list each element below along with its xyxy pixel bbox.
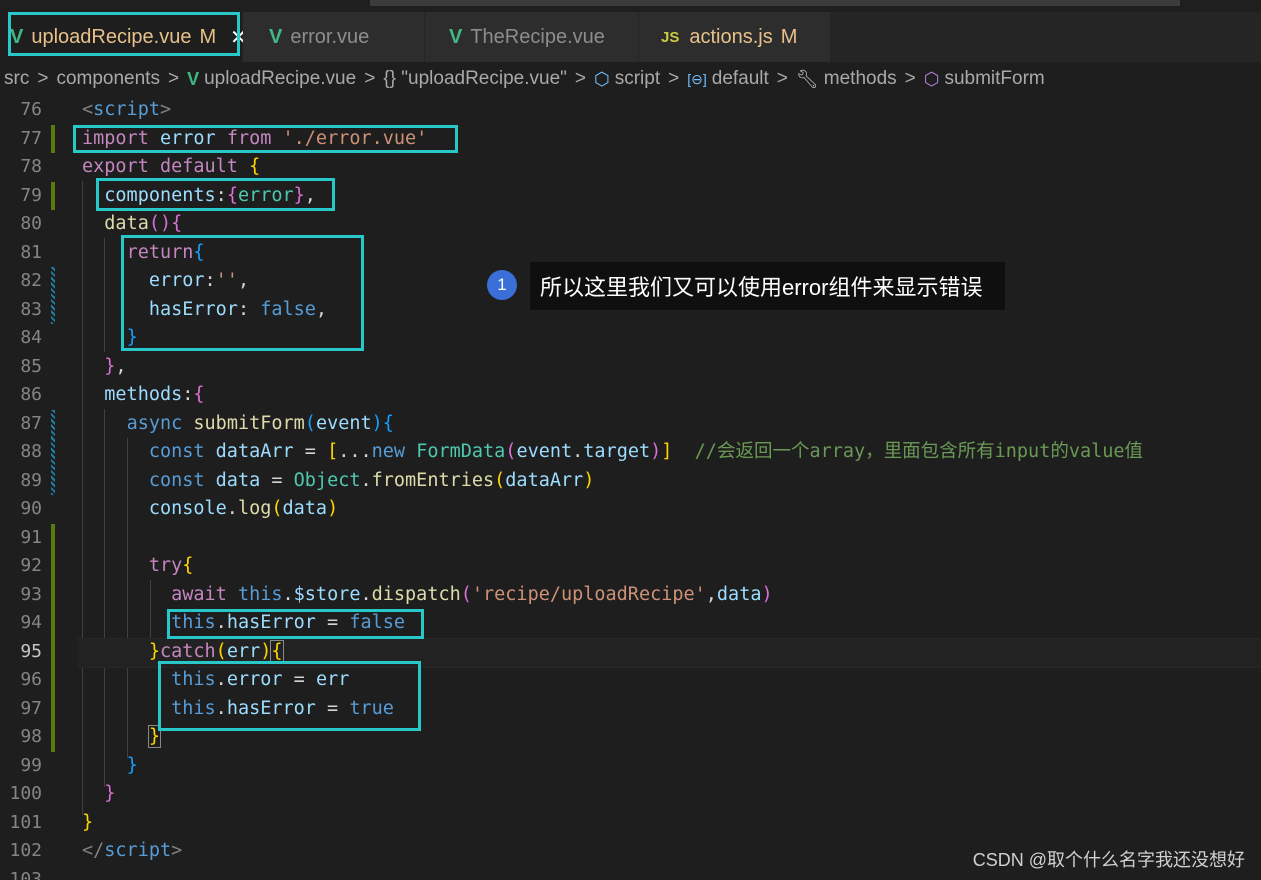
watermark: CSDN @取个什么名字我还没想好 (972, 850, 1245, 870)
line-number: 102 (9, 840, 42, 861)
modified-indicator: M (780, 25, 798, 48)
line-number: 87 (20, 412, 42, 434)
method-cube-icon: ⬡ (923, 68, 940, 89)
tab-actions[interactable]: JS actions.js M (639, 12, 831, 62)
code-line: }, (104, 355, 127, 377)
line-number: 89 (20, 469, 42, 491)
tab-label: error.vue (290, 25, 370, 48)
code-line: <script> (82, 99, 172, 120)
chevron-right-icon: > (776, 68, 788, 89)
vue-icon: V (187, 68, 200, 89)
wrench-icon: 🔧︎ (795, 68, 819, 89)
highlight-box-haserror-false (167, 609, 424, 639)
code-line: async submitForm(event){ (126, 412, 394, 434)
highlight-box-import (73, 125, 458, 153)
line-number: 91 (20, 526, 42, 548)
chevron-right-icon: > (167, 68, 180, 89)
line-number: 101 (9, 811, 42, 833)
js-icon: JS (661, 28, 680, 46)
line-number: 92 (20, 555, 42, 576)
line-number: 79 (20, 184, 42, 206)
chevron-right-icon: > (574, 68, 586, 89)
variable-icon: [⊖] (687, 70, 707, 87)
tab-label: TheRecipe.vue (470, 25, 605, 48)
tab-label: actions.js (689, 25, 773, 48)
highlight-box-active-tab (8, 12, 240, 56)
vue-icon: V (269, 25, 283, 48)
code-line: await this.$store.dispatch('recipe/uploa… (171, 583, 773, 605)
code-line: try{ (148, 555, 194, 576)
tab-therecipe[interactable]: V TheRecipe.vue (425, 12, 639, 62)
line-number: 84 (20, 327, 42, 348)
line-number: 94 (20, 612, 42, 633)
line-number: 82 (20, 270, 42, 291)
code-line: } (126, 754, 138, 776)
chevron-right-icon: > (668, 68, 680, 89)
annotation-badge: 1 (487, 270, 517, 300)
top-scrollbar[interactable] (370, 0, 1180, 6)
line-number: 80 (20, 213, 42, 234)
code-line: } (147, 725, 161, 748)
line-number: 98 (20, 726, 42, 747)
line-number-current: 95 (20, 640, 42, 662)
line-number: 103 (9, 868, 42, 880)
code-line: const data = Object.fromEntries(dataArr) (148, 469, 595, 491)
code-line: } (104, 783, 116, 804)
breadcrumb-script[interactable]: script (615, 68, 660, 90)
highlight-box-return (121, 235, 364, 351)
line-number: 93 (20, 583, 42, 605)
vue-icon: V (449, 25, 463, 48)
line-number: 96 (20, 669, 42, 690)
breadcrumb-default[interactable]: default (712, 68, 769, 90)
highlight-box-catch (158, 661, 421, 731)
chevron-right-icon: > (904, 68, 916, 89)
code-line: methods:{ (104, 384, 205, 405)
code-editor[interactable]: 76 <script> 77 import error from './error.… (0, 96, 1261, 880)
line-number: 90 (20, 498, 42, 519)
chevron-right-icon: > (364, 68, 376, 89)
breadcrumb-methods[interactable]: methods (824, 68, 897, 90)
line-number: 77 (20, 127, 42, 149)
breadcrumb-src[interactable]: src (4, 68, 29, 90)
line-number: 85 (20, 355, 42, 377)
highlight-box-components (96, 178, 335, 211)
breadcrumb: src > components > VuploadRecipe.vue > {} "… (0, 62, 1261, 96)
code-line: const dataArr = [...new FormData(event.t… (148, 441, 1144, 462)
cube-icon: ⬡ (594, 68, 610, 89)
code-line: </script> (82, 840, 183, 861)
breadcrumb-file[interactable]: uploadRecipe.vue (204, 68, 356, 90)
line-number: 97 (20, 697, 42, 719)
annotation-tooltip: 所以这里我们又可以使用error组件来显示错误 (530, 262, 1005, 310)
line-number: 100 (9, 783, 42, 804)
line-number: 99 (20, 754, 42, 776)
window-top-strip (0, 0, 1261, 12)
breadcrumb-submitform[interactable]: submitForm (944, 68, 1044, 90)
line-number: 81 (20, 241, 42, 263)
line-number: 88 (20, 441, 42, 462)
line-number: 78 (20, 156, 42, 177)
code-line: console.log(data) (148, 498, 339, 519)
breadcrumb-module[interactable]: {} "uploadRecipe.vue" (383, 68, 567, 90)
chevron-right-icon: > (37, 68, 49, 89)
tab-error[interactable]: V error.vue (243, 12, 425, 62)
line-number: 76 (20, 99, 42, 120)
line-number: 83 (20, 298, 42, 320)
line-number: 86 (20, 384, 42, 405)
breadcrumb-components[interactable]: components (56, 68, 160, 90)
code-line: } (82, 811, 94, 833)
